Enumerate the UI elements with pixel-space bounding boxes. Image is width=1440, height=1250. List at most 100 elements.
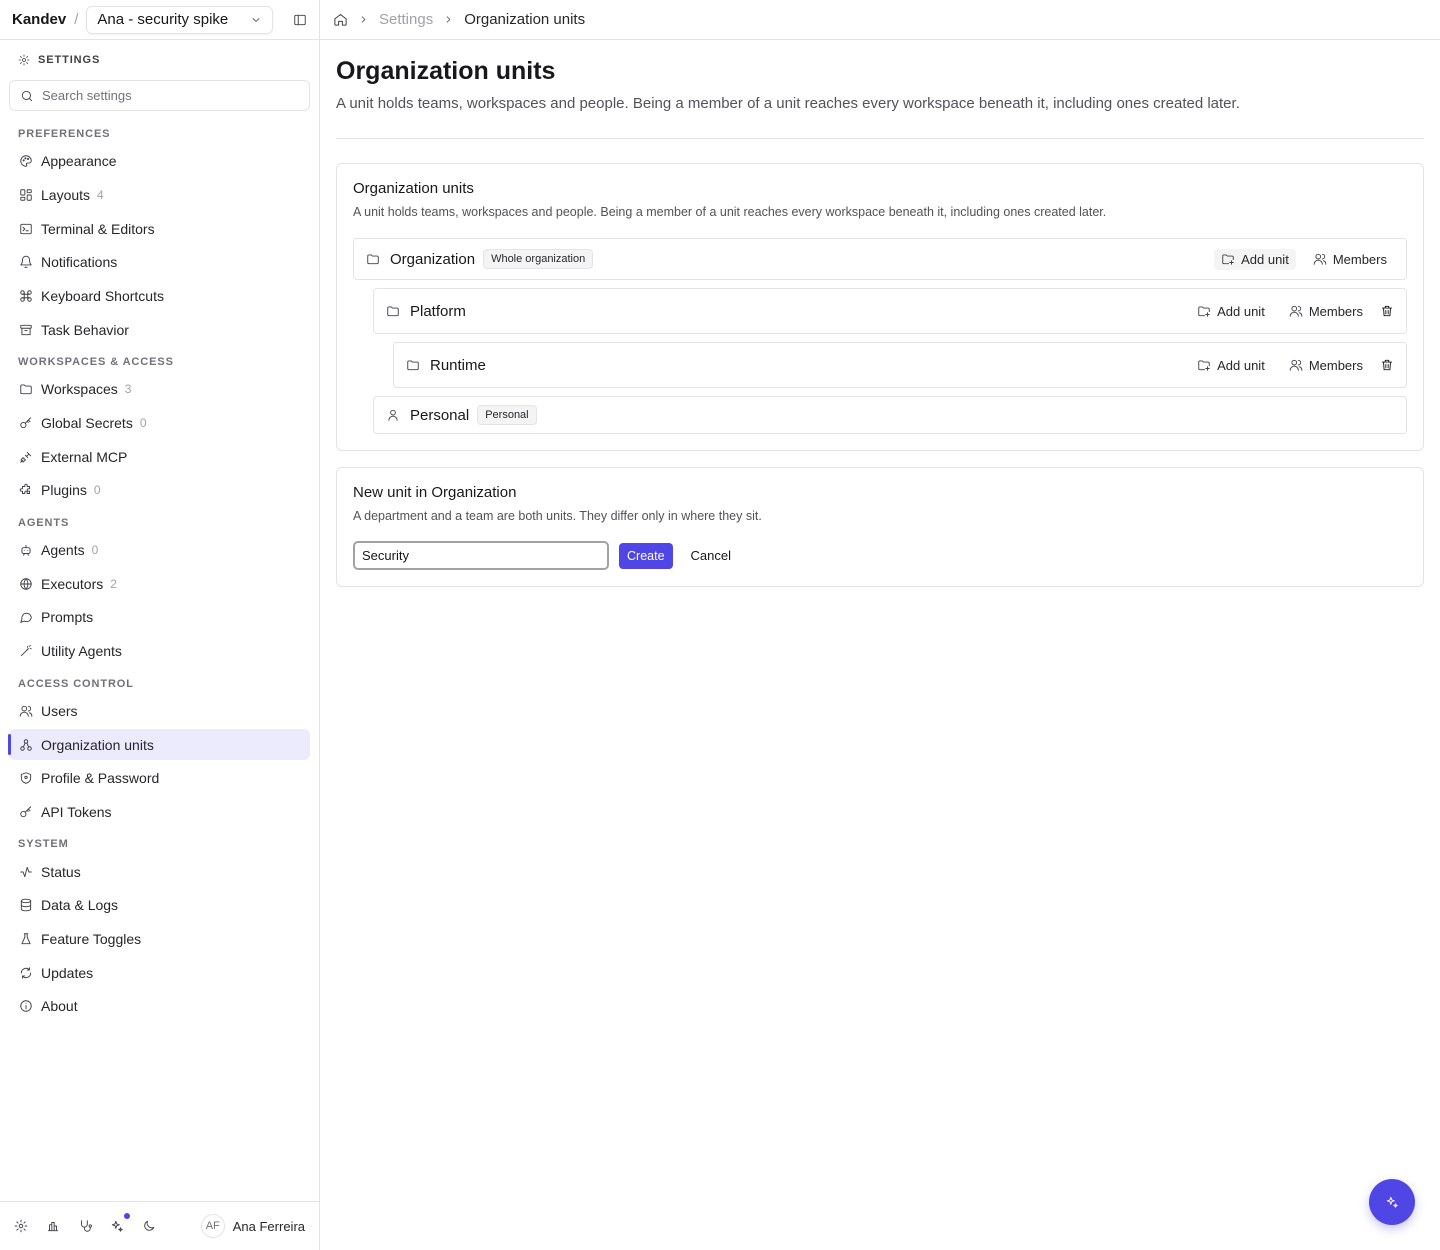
cancel-button[interactable]: Cancel [683, 543, 739, 569]
sidebar-item-notifications[interactable]: Notifications [9, 247, 310, 278]
sidebar-item-data-logs[interactable]: Data & Logs [9, 890, 310, 921]
moon-icon[interactable] [142, 1219, 156, 1233]
settings-sidebar: Kandev / Ana - security spike SETTINGS S… [0, 0, 320, 1250]
activity-icon [19, 865, 33, 879]
sidebar-item-workspaces[interactable]: Workspaces 3 [9, 374, 310, 405]
members-button[interactable]: Members [1282, 355, 1370, 376]
user-menu[interactable]: AF Ana Ferreira [200, 1214, 305, 1238]
globe-icon [19, 577, 33, 591]
sidebar-item-count: 4 [97, 187, 104, 202]
users-icon [1289, 304, 1303, 318]
search-icon [20, 89, 34, 103]
sidebar-item-count: 0 [91, 543, 99, 558]
search-settings-input[interactable]: Search settings [9, 80, 310, 111]
sidebar-item-updates[interactable]: Updates [9, 957, 310, 988]
members-button[interactable]: Members [1306, 249, 1394, 270]
members-label: Members [1332, 251, 1387, 267]
refresh-icon [19, 966, 33, 980]
sidebar-item-label: Updates [41, 964, 94, 981]
trash-icon[interactable] [1380, 358, 1394, 372]
sidebar-item-api-tokens[interactable]: API Tokens [9, 796, 310, 827]
home-icon[interactable] [333, 12, 348, 27]
assistant-fab-button[interactable] [1369, 1179, 1415, 1225]
sidebar-item-status[interactable]: Status [9, 856, 310, 887]
add-unit-button[interactable]: Add unit [1190, 355, 1272, 376]
sidebar-item-label: Workspaces [41, 381, 118, 398]
bot-icon [19, 543, 33, 557]
sidebar-item-terminal-editors[interactable]: Terminal & Editors [9, 213, 310, 244]
stethoscope-icon[interactable] [78, 1219, 92, 1233]
add-unit-button[interactable]: Add unit [1214, 248, 1296, 270]
add-unit-label: Add unit [1217, 357, 1265, 373]
folder-icon [406, 358, 420, 372]
settings-gear-icon[interactable] [14, 1219, 28, 1233]
sidebar-item-feature-toggles[interactable]: Feature Toggles [9, 923, 310, 954]
main-content: Organization units A unit holds teams, w… [336, 40, 1424, 587]
sidebar-item-users[interactable]: Users [9, 695, 310, 726]
status-badge: Personal [477, 405, 537, 425]
sparkles-icon[interactable] [110, 1213, 130, 1233]
trash-icon[interactable] [1380, 304, 1394, 318]
sidebar-item-organization-units[interactable]: Organization units [8, 729, 310, 760]
sidebar-item-about[interactable]: About [9, 991, 310, 1022]
unit-row-runtime: Runtime Add unit Members [393, 342, 1407, 388]
terminal-icon [19, 222, 33, 236]
sidebar-item-global-secrets[interactable]: Global Secrets 0 [9, 408, 310, 439]
sidebar-item-label: Utility Agents [41, 643, 122, 660]
breadcrumb-current: Organization units [464, 11, 586, 28]
notification-dot [124, 1213, 130, 1219]
members-label: Members [1308, 357, 1363, 373]
add-unit-button[interactable]: Add unit [1190, 301, 1272, 322]
sidebar-item-external-mcp[interactable]: External MCP [9, 441, 310, 472]
sidebar-header: Kandev / Ana - security spike [0, 0, 319, 40]
members-label: Members [1308, 303, 1363, 319]
chart-icon[interactable] [46, 1219, 60, 1233]
sidebar-item-layouts[interactable]: Layouts 4 [9, 179, 310, 210]
workspace-select-value: Ana - security spike [97, 11, 229, 28]
sidebar-item-label: Executors [41, 575, 104, 592]
create-button[interactable]: Create [619, 542, 673, 569]
members-button[interactable]: Members [1282, 301, 1370, 322]
sidebar-item-profile-password[interactable]: Profile & Password [9, 763, 310, 794]
unit-name: Organization [390, 250, 476, 268]
chevron-right-icon [358, 14, 369, 25]
status-badge: Whole organization [483, 249, 594, 269]
sidebar-item-label: About [41, 998, 78, 1015]
sidebar-item-label: Status [41, 863, 81, 880]
unit-name-input[interactable] [353, 541, 609, 570]
unit-row-organization: Organization Whole organization Add unit… [353, 238, 1407, 280]
sidebar-item-utility-agents[interactable]: Utility Agents [9, 636, 310, 667]
sidebar-item-agents[interactable]: Agents 0 [9, 535, 310, 566]
sidebar-item-label: Organization units [41, 736, 154, 753]
key-icon [19, 416, 33, 430]
panel-toggle-icon[interactable] [293, 13, 307, 27]
shield-icon [19, 771, 33, 785]
unit-row-personal: Personal Personal [373, 396, 1407, 434]
units-card-description: A unit holds teams, workspaces and peopl… [353, 205, 1107, 219]
folder-icon [386, 304, 400, 318]
sidebar-item-prompts[interactable]: Prompts [9, 602, 310, 633]
new-unit-title: New unit in Organization [353, 484, 517, 501]
workspace-select[interactable]: Ana - security spike [86, 5, 273, 34]
brand-logo[interactable]: Kandev [12, 11, 66, 28]
wand-icon [19, 644, 33, 658]
folder-plus-icon [1197, 304, 1211, 318]
new-unit-form: Create Cancel [353, 541, 1407, 570]
breadcrumb-settings[interactable]: Settings [379, 11, 433, 28]
sidebar-item-label: Agents [41, 542, 85, 559]
archive-icon [19, 323, 33, 337]
search-placeholder: Search settings [42, 88, 132, 103]
sidebar-item-label: Feature Toggles [41, 930, 142, 947]
sidebar-item-task-behavior[interactable]: Task Behavior [9, 314, 310, 345]
users-icon [1313, 252, 1327, 266]
plug-icon [19, 450, 33, 464]
layout-icon [19, 188, 33, 202]
sidebar-item-plugins[interactable]: Plugins 0 [9, 475, 310, 506]
sidebar-item-label: Notifications [41, 254, 118, 271]
sidebar-item-executors[interactable]: Executors 2 [9, 568, 310, 599]
users-icon [1289, 358, 1303, 372]
sidebar-item-appearance[interactable]: Appearance [9, 146, 310, 177]
sidebar-item-label: Layouts [41, 186, 91, 203]
puzzle-icon [19, 483, 33, 497]
sidebar-item-keyboard-shortcuts[interactable]: Keyboard Shortcuts [9, 280, 310, 311]
